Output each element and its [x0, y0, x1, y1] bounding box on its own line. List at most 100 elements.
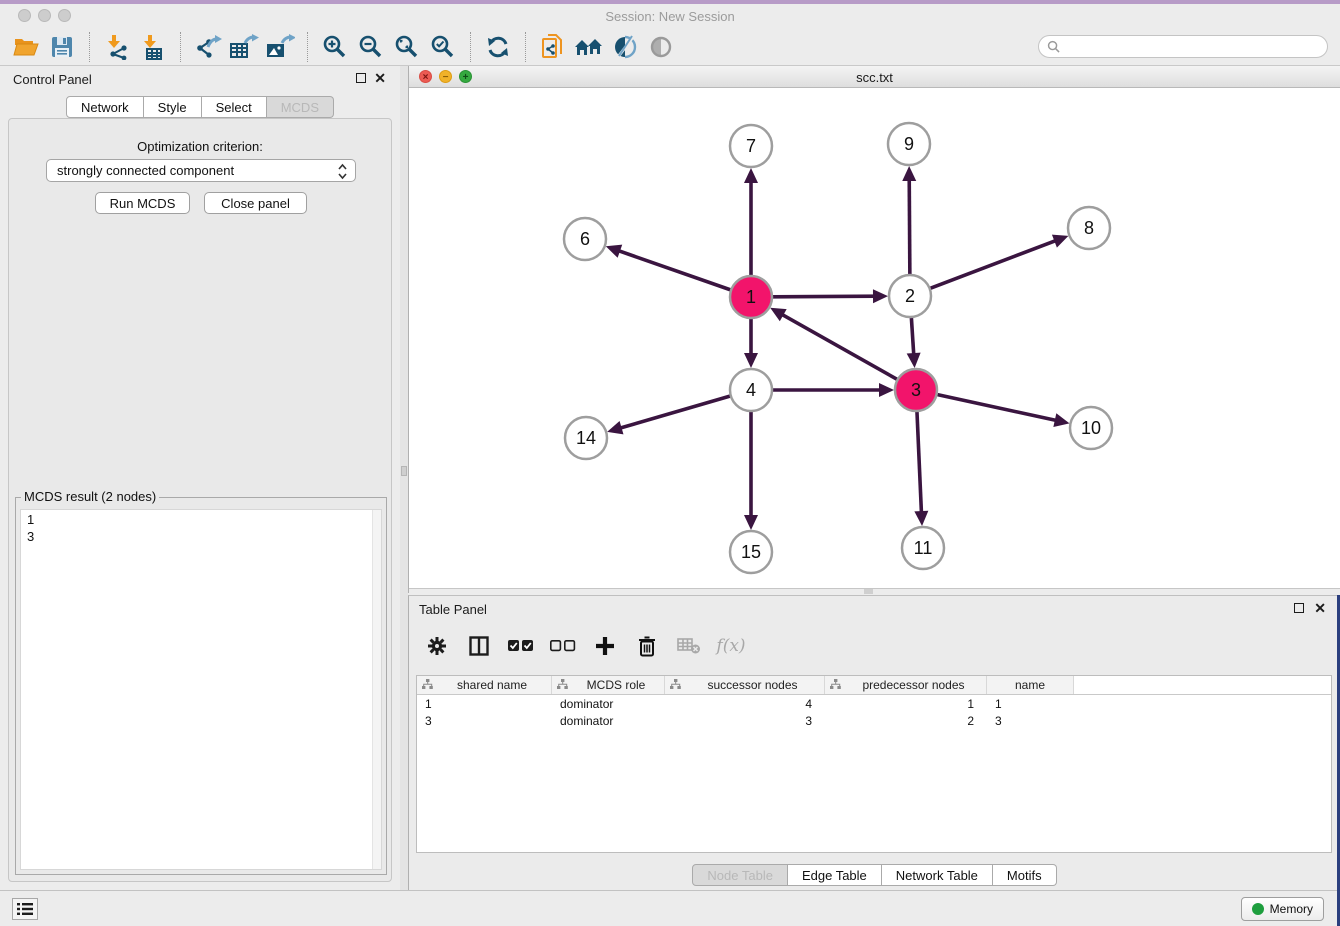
table-cell[interactable]: 3	[417, 712, 552, 729]
task-history-button[interactable]	[12, 898, 38, 920]
network-window-titlebar[interactable]: × − + scc.txt	[409, 66, 1340, 88]
float-panel-icon[interactable]	[356, 73, 366, 83]
graph-node-label-2: 2	[905, 286, 915, 306]
edge-3-10[interactable]	[937, 395, 1057, 421]
application-window: Session: New Session	[0, 0, 1340, 926]
refresh-icon[interactable]	[480, 31, 516, 63]
table-cell[interactable]: 2	[825, 712, 987, 729]
graph-node-label-3: 3	[911, 380, 921, 400]
columns-icon[interactable]	[465, 631, 493, 661]
splitter-grip[interactable]	[401, 466, 407, 476]
criterion-select[interactable]: strongly connected component	[46, 159, 356, 182]
zoom-in-icon[interactable]	[317, 31, 353, 63]
close-table-panel-icon[interactable]: ✕	[1314, 600, 1326, 616]
horizontal-splitter-grip[interactable]	[864, 589, 873, 594]
save-session-icon[interactable]	[44, 31, 80, 63]
tab-mcds[interactable]: MCDS	[267, 96, 334, 118]
table-cell[interactable]: dominator	[552, 712, 665, 729]
column-header-predecessor-nodes[interactable]: predecessor nodes	[825, 676, 987, 694]
column-type-icon	[557, 678, 568, 692]
mcds-result-text[interactable]: 1 3	[20, 509, 382, 870]
column-header-label: MCDS role	[568, 678, 664, 692]
mcds-result-box: MCDS result (2 nodes) 1 3	[15, 497, 387, 875]
first-neighbors-icon[interactable]	[571, 31, 607, 63]
table-cell[interactable]: 1	[417, 695, 552, 712]
tab-edge-table[interactable]: Edge Table	[788, 864, 882, 886]
column-header-name[interactable]: name	[987, 676, 1074, 694]
zoom-out-icon[interactable]	[353, 31, 389, 63]
toolbar-separator	[470, 32, 471, 62]
graph-node-label-9: 9	[904, 134, 914, 154]
tab-node-table[interactable]: Node Table	[692, 864, 788, 886]
column-type-icon	[422, 678, 433, 692]
zoom-selected-icon[interactable]	[425, 31, 461, 63]
add-column-icon[interactable]	[591, 631, 619, 661]
float-table-panel-icon[interactable]	[1294, 603, 1304, 613]
app-titlebar: Session: New Session	[0, 4, 1340, 28]
deselect-all-icon[interactable]	[549, 631, 577, 661]
column-header-label: predecessor nodes	[841, 678, 986, 692]
column-header-successor-nodes[interactable]: successor nodes	[665, 676, 825, 694]
table-cell[interactable]: 1	[987, 695, 1074, 712]
table-row[interactable]: 3dominator323	[417, 712, 1331, 729]
select-stepper-icon	[338, 163, 347, 183]
open-session-icon[interactable]	[8, 31, 44, 63]
edge-2-3[interactable]	[911, 318, 913, 356]
style-icon[interactable]	[607, 31, 643, 63]
edge-arrow-1-4	[744, 353, 758, 368]
tab-network[interactable]: Network	[66, 96, 144, 118]
column-type-icon	[830, 678, 841, 692]
table-cell[interactable]: 3	[987, 712, 1074, 729]
delete-icon[interactable]	[633, 631, 661, 661]
edge-1-2[interactable]	[773, 296, 876, 297]
edge-2-8[interactable]	[931, 240, 1058, 288]
tab-select[interactable]: Select	[202, 96, 267, 118]
memory-label: Memory	[1270, 902, 1313, 916]
import-table-icon[interactable]	[135, 31, 171, 63]
edge-arrow-2-9	[902, 166, 916, 181]
node-table[interactable]: shared name MCDS role successor nodes prede…	[416, 675, 1332, 853]
export-network-icon[interactable]	[190, 31, 226, 63]
column-header-shared-name[interactable]: shared name	[417, 676, 552, 694]
clone-network-icon[interactable]	[535, 31, 571, 63]
network-window-bottom-edge	[409, 588, 1340, 593]
table-row[interactable]: 1dominator411	[417, 695, 1331, 712]
gear-icon[interactable]	[423, 631, 451, 661]
close-panel-icon[interactable]: ✕	[374, 70, 386, 86]
edge-1-6[interactable]	[617, 250, 730, 290]
table-cell[interactable]: dominator	[552, 695, 665, 712]
hide-selected-icon[interactable]	[643, 31, 679, 63]
run-mcds-button[interactable]: Run MCDS	[95, 192, 190, 214]
network-canvas[interactable]: 7968124314101511	[409, 88, 1340, 588]
search-input[interactable]	[1065, 40, 1315, 54]
export-table-icon[interactable]	[226, 31, 262, 63]
column-header-label: successor nodes	[681, 678, 824, 692]
edge-4-14[interactable]	[619, 396, 730, 428]
graph-node-label-14: 14	[576, 428, 596, 448]
memory-button[interactable]: Memory	[1241, 897, 1324, 921]
export-image-icon[interactable]	[262, 31, 298, 63]
control-panel: Control Panel ✕ NetworkStyleSelectMCDS O…	[0, 66, 400, 890]
graph-node-label-4: 4	[746, 380, 756, 400]
edge-3-11[interactable]	[917, 412, 922, 514]
zoom-fit-icon[interactable]	[389, 31, 425, 63]
tab-network-table[interactable]: Network Table	[882, 864, 993, 886]
tab-motifs[interactable]: Motifs	[993, 864, 1057, 886]
edge-3-1[interactable]	[781, 314, 897, 380]
table-cell[interactable]: 3	[665, 712, 825, 729]
table-panel-header: Table Panel ✕	[409, 596, 1340, 622]
toolbar-separator	[307, 32, 308, 62]
edge-2-9[interactable]	[909, 178, 910, 274]
search-field[interactable]	[1038, 35, 1328, 58]
import-network-icon[interactable]	[99, 31, 135, 63]
select-all-icon[interactable]	[507, 631, 535, 661]
column-header-MCDS-role[interactable]: MCDS role	[552, 676, 665, 694]
result-scrollbar[interactable]	[372, 510, 381, 869]
mcds-panel-body: Optimization criterion: strongly connect…	[8, 118, 392, 882]
table-cell[interactable]: 1	[825, 695, 987, 712]
graph-node-label-8: 8	[1084, 218, 1094, 238]
vertical-splitter[interactable]	[400, 66, 408, 890]
close-panel-button[interactable]: Close panel	[204, 192, 307, 214]
table-cell[interactable]: 4	[665, 695, 825, 712]
tab-style[interactable]: Style	[144, 96, 202, 118]
